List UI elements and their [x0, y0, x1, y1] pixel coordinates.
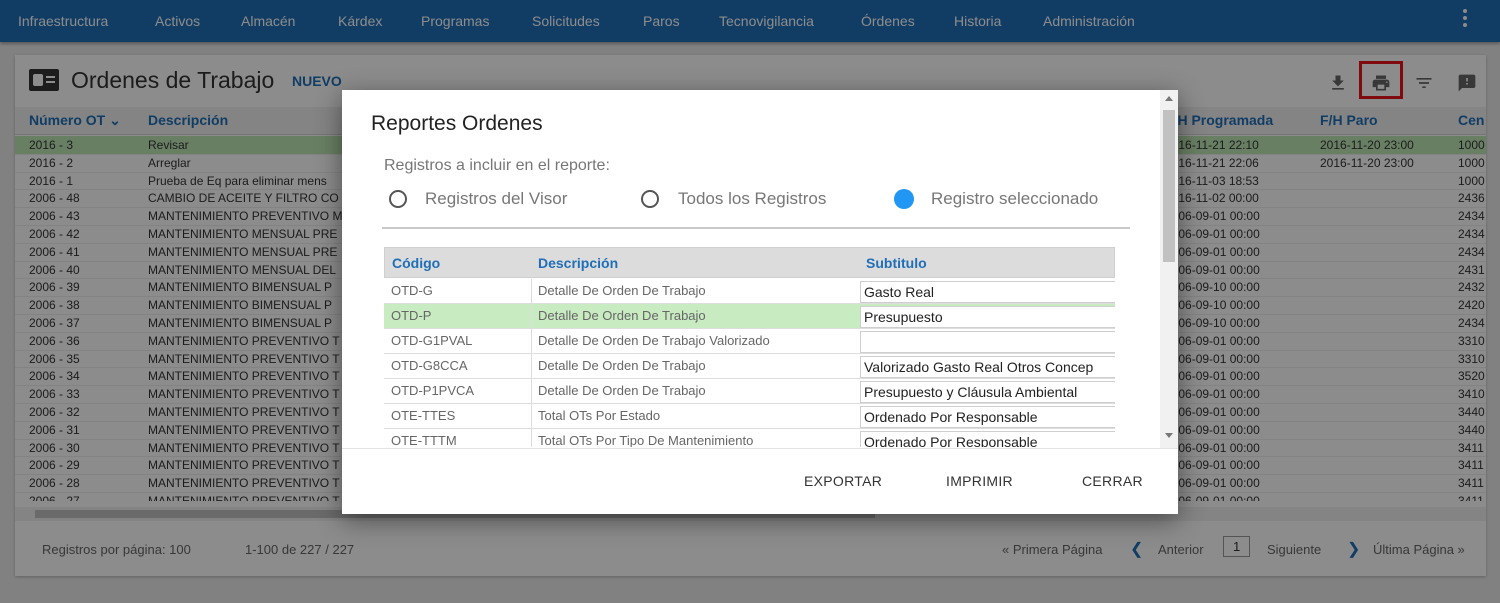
report-description: Detalle De Orden De Trabajo [538, 383, 706, 398]
radio-label-registros-visor[interactable]: Registros del Visor [425, 189, 567, 209]
report-subtitle-input[interactable] [860, 406, 1115, 428]
report-subtitle-input[interactable] [860, 331, 1115, 353]
report-subtitle-input[interactable] [860, 306, 1115, 328]
report-row[interactable]: OTE-TTES Total OTs Por Estado [384, 404, 1115, 429]
column-descripcion: Descripción [538, 255, 619, 271]
scroll-up-icon[interactable] [1165, 96, 1173, 101]
dialog-scrollbar[interactable] [1160, 90, 1178, 448]
report-subtitle-input[interactable] [860, 381, 1115, 403]
reports-table: Código Descripción Subtitulo OTD-G Detall… [384, 247, 1115, 447]
report-description: Detalle De Orden De Trabajo Valorizado [538, 333, 770, 348]
report-description: Detalle De Orden De Trabajo [538, 283, 706, 298]
scroll-down-icon[interactable] [1165, 433, 1173, 438]
report-description: Total OTs Por Tipo De Mantenimiento [538, 433, 754, 447]
close-button[interactable]: CERRAR [1082, 473, 1143, 489]
report-row[interactable]: OTE-TTTM Total OTs Por Tipo De Mantenimie… [384, 429, 1115, 447]
report-code: OTE-TTTM [391, 433, 457, 447]
report-code: OTD-P1PVCA [391, 383, 475, 398]
include-records-label: Registros a incluir en el reporte: [384, 157, 610, 174]
print-button[interactable]: IMPRIMIR [946, 473, 1013, 489]
report-code: OTD-G [391, 283, 433, 298]
report-code: OTD-P [391, 308, 432, 323]
divider [382, 227, 1130, 229]
radio-label-todos-registros[interactable]: Todos los Registros [678, 189, 826, 209]
report-description: Detalle De Orden De Trabajo [538, 308, 706, 323]
export-button[interactable]: EXPORTAR [804, 473, 882, 489]
radio-registros-visor[interactable] [389, 190, 407, 208]
reports-dialog: Reportes Ordenes Registros a incluir en … [342, 90, 1178, 514]
column-subtitulo: Subtitulo [866, 255, 927, 271]
scroll-thumb[interactable] [1163, 110, 1175, 262]
report-subtitle-input[interactable] [860, 431, 1115, 447]
report-row[interactable]: OTD-G1PVAL Detalle De Orden De Trabajo Va… [384, 329, 1115, 354]
radio-registro-seleccionado[interactable] [894, 189, 914, 209]
report-subtitle-input[interactable] [860, 281, 1115, 303]
dialog-actions: EXPORTAR IMPRIMIR CERRAR [342, 448, 1178, 514]
report-row[interactable]: OTD-G Detalle De Orden De Trabajo [384, 279, 1115, 304]
report-description: Total OTs Por Estado [538, 408, 661, 423]
radio-label-registro-seleccionado[interactable]: Registro seleccionado [931, 189, 1098, 209]
report-row[interactable]: OTD-P1PVCA Detalle De Orden De Trabajo [384, 379, 1115, 404]
radio-todos-registros[interactable] [641, 190, 659, 208]
report-code: OTD-G1PVAL [391, 333, 473, 348]
report-description: Detalle De Orden De Trabajo [538, 358, 706, 373]
report-code: OTE-TTES [391, 408, 456, 423]
report-row[interactable]: OTD-G8CCA Detalle De Orden De Trabajo [384, 354, 1115, 379]
column-codigo: Código [392, 255, 441, 271]
reports-table-header: Código Descripción Subtitulo [384, 247, 1115, 278]
report-code: OTD-G8CCA [391, 358, 468, 373]
report-subtitle-input[interactable] [860, 356, 1115, 378]
report-row[interactable]: OTD-P Detalle De Orden De Trabajo [384, 304, 1115, 329]
dialog-title: Reportes Ordenes [371, 112, 543, 135]
